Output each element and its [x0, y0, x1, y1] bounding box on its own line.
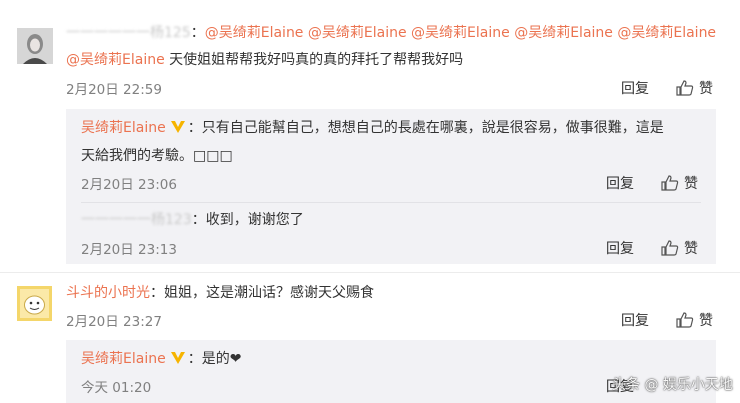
like-label: 赞 — [699, 81, 713, 97]
reply-text-line2: 天給我們的考驗。□□□ — [81, 148, 233, 164]
comment-username[interactable]: 斗斗的小时光 — [66, 285, 150, 301]
like-label: 赞 — [684, 241, 698, 257]
mention[interactable]: @吴绮莉Elaine — [66, 52, 165, 68]
mention[interactable]: @吴绮莉Elaine — [411, 25, 510, 41]
verified-badge-icon — [170, 352, 185, 364]
reply-username-obscured[interactable]: 一一一一一杨123 — [81, 209, 192, 231]
reply-line: 吴绮莉Elaine ：只有自己能幫自己，想想自己的長處在哪裏，說是很容易，做事很難… — [81, 117, 664, 139]
mention[interactable]: @吴绮莉Elaine — [205, 25, 304, 41]
mention[interactable]: @吴绮莉Elaine — [514, 25, 613, 41]
comment-text: 天使姐姐帮帮我好吗真的真的拜托了帮帮我好吗 — [169, 52, 464, 68]
comment-divider — [0, 272, 740, 273]
username-obscured[interactable]: 一一一一一一杨125 — [66, 22, 191, 44]
reply-time: 2月20日 23:13 — [81, 242, 177, 258]
reply-button[interactable]: 回复 — [606, 173, 634, 193]
like-button[interactable]: 赞 — [676, 310, 713, 330]
like-label: 赞 — [699, 313, 713, 329]
comment-time: 2月20日 22:59 — [66, 82, 162, 98]
reply-line: 一一一一一杨123：收到，谢谢您了 — [81, 209, 304, 231]
comment-text: ：姐姐，这是潮汕话？感谢天父赐食 — [150, 285, 374, 301]
like-button[interactable]: 赞 — [661, 173, 698, 193]
divider — [81, 202, 701, 203]
watermark: 头条 @ 娱乐小天地 — [612, 377, 733, 393]
reply-time: 今天 01:20 — [81, 380, 152, 396]
reply-text: ：收到，谢谢您了 — [191, 212, 304, 228]
reply-button[interactable]: 回复 — [621, 310, 649, 330]
thumbs-up-icon — [676, 80, 694, 96]
like-label: 赞 — [684, 176, 698, 192]
reply-button[interactable]: 回复 — [621, 78, 649, 98]
comment-time: 2月20日 23:27 — [66, 314, 162, 330]
avatar[interactable] — [17, 286, 52, 321]
comment-header-line: 一一一一一一杨125：@吴绮莉Elaine @吴绮莉Elaine @吴绮莉Ela… — [66, 22, 716, 44]
thumbs-up-icon — [676, 312, 694, 328]
avatar[interactable] — [17, 28, 53, 64]
reply-text: ：是的❤ — [187, 351, 242, 367]
like-button[interactable]: 赞 — [661, 238, 698, 258]
verified-badge-icon — [170, 121, 185, 133]
reply-line: 吴绮莉Elaine ：是的❤ — [81, 348, 241, 370]
reply-username[interactable]: 吴绮莉Elaine — [81, 351, 166, 367]
like-button[interactable]: 赞 — [676, 78, 713, 98]
mention[interactable]: @吴绮莉Elaine — [617, 25, 716, 41]
comment-line: 斗斗的小时光：姐姐，这是潮汕话？感谢天父赐食 — [66, 282, 374, 304]
comment-text-line: @吴绮莉Elaine 天使姐姐帮帮我好吗真的真的拜托了帮帮我好吗 — [66, 49, 463, 71]
avatar-image — [17, 28, 53, 64]
thumbs-up-icon — [661, 175, 679, 191]
thumbs-up-icon — [661, 240, 679, 256]
mention[interactable]: @吴绮莉Elaine — [308, 25, 407, 41]
reply-time: 2月20日 23:06 — [81, 177, 177, 193]
reply-username[interactable]: 吴绮莉Elaine — [81, 120, 166, 136]
avatar-image — [17, 286, 52, 321]
reply-text: ：只有自己能幫自己，想想自己的長處在哪裏，說是很容易，做事很難，這是 — [187, 120, 664, 136]
reply-button[interactable]: 回复 — [606, 238, 634, 258]
